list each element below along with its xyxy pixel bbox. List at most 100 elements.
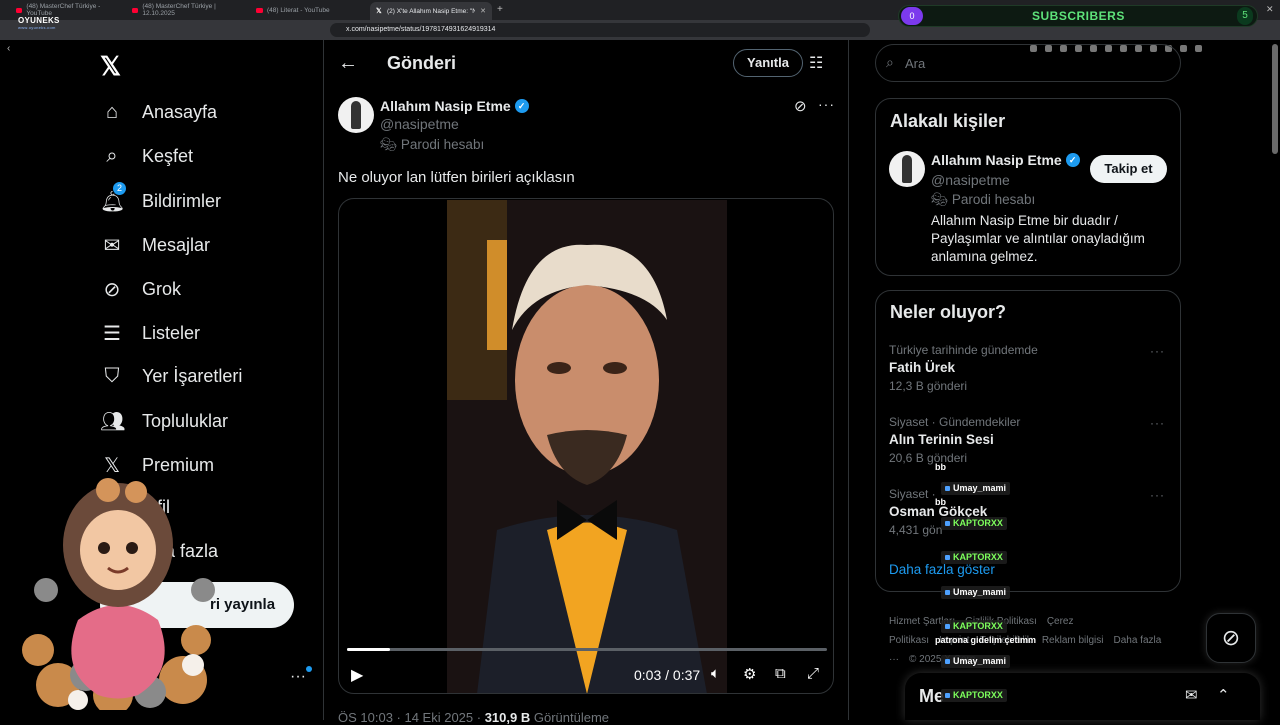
trend-count: 20,6 B gönderi <box>889 451 968 465</box>
related-title: Alakalı kişiler <box>890 111 1006 131</box>
list-icon: ☰ <box>103 323 121 345</box>
chat-message: bb <box>935 462 946 472</box>
video-frame <box>447 200 727 693</box>
related-person-name[interactable]: Allahım Nasip Etme ✓ <box>931 152 1080 168</box>
nav-item-lists[interactable]: ☰ Listeler <box>100 321 200 346</box>
trend-more-icon[interactable]: ··· <box>1150 488 1165 502</box>
browser-tab[interactable]: (48) MasterChef Türkiye | 12.10.2025 <box>126 2 246 18</box>
youtube-icon <box>16 7 23 13</box>
parody-label: 🎭︎ Parodi hesabı <box>931 192 1036 207</box>
show-more-link[interactable]: Daha fazla göster <box>889 562 995 577</box>
back-arrow-icon[interactable]: ← <box>338 52 358 75</box>
fullscreen-icon[interactable]: ⤢ <box>807 665 819 682</box>
nav-item-notifications[interactable]: 🔔︎ 2 Bildirimler <box>100 181 221 214</box>
home-icon: ⌂ <box>105 101 119 123</box>
nav-item-explore[interactable]: ⌕ Keşfet <box>100 145 193 168</box>
settings-gear-icon[interactable]: ⚙ <box>743 665 756 683</box>
search-input[interactable]: ⌕ Ara <box>875 44 1181 82</box>
column-divider <box>323 40 324 720</box>
url-field[interactable]: x.com/nasipetme/status/19781749316249193… <box>330 23 870 37</box>
reply-settings-icon[interactable]: ☷ <box>809 53 823 73</box>
parody-label: 🎭︎ Parodi hesabı <box>380 137 485 152</box>
related-person-bio: Allahım Nasip Etme bir duadır / Paylaşım… <box>931 213 1145 264</box>
verified-badge-icon: ✓ <box>514 99 529 113</box>
trend-name[interactable]: Fatih Ürek <box>889 360 955 375</box>
trend-context: Siyaset · Gündemdekiler <box>889 415 1021 429</box>
search-icon: ⌕ <box>886 54 894 70</box>
page-scrollbar[interactable] <box>1272 44 1278 154</box>
follow-button[interactable]: Takip et <box>1090 155 1167 183</box>
close-tab-icon[interactable]: ✕ <box>480 7 486 15</box>
video-progress-bar[interactable] <box>347 648 827 651</box>
search-placeholder: Ara <box>905 56 926 71</box>
verified-badge-icon: ✓ <box>1065 153 1080 167</box>
youtube-icon <box>132 7 139 13</box>
reply-button[interactable]: Yanıtla <box>733 49 803 77</box>
new-tab-icon[interactable]: + <box>497 4 503 15</box>
post-meta: ÖS 10:03 · 14 Eki 2025 · 310,9 B Görüntü… <box>338 710 610 725</box>
search-icon: ⌕ <box>106 145 118 167</box>
chat-username: KAPTORXX <box>941 689 1007 702</box>
video-time: 0:03 / 0:37 <box>634 667 701 683</box>
play-icon[interactable]: ▶ <box>351 665 363 685</box>
subscribers-count: 5 <box>1237 7 1253 25</box>
post-text: Ne oluyor lan lütfen birileri açıklasın <box>338 169 575 186</box>
browser-tab[interactable]: (48) Literat - YouTube <box>250 2 365 18</box>
grok-floating-button[interactable]: ⊘ <box>1206 613 1256 663</box>
chat-badge-icon <box>945 659 950 664</box>
author-name[interactable]: Allahım Nasip Etme ✓ <box>380 98 529 114</box>
avatar[interactable] <box>889 151 925 187</box>
new-message-icon[interactable]: ✉ <box>1185 686 1198 704</box>
trend-count: 12,3 B gönderi <box>889 379 968 393</box>
chat-badge-icon <box>945 555 950 560</box>
close-window-icon[interactable]: ✕ <box>1266 4 1274 15</box>
chat-username: KAPTORXX <box>941 620 1007 633</box>
subscribers-widget: 0 SUBSCRIBERS 5 <box>898 5 1258 27</box>
mail-icon: ✉ <box>103 235 121 257</box>
nav-item-grok[interactable]: ⊘ Grok <box>100 277 181 302</box>
grok-icon[interactable]: ⊘ <box>794 97 807 115</box>
chat-message: patrona gidelim çetimm <box>935 635 1037 645</box>
trend-count: 4,431 gön <box>889 523 943 537</box>
picture-in-picture-icon[interactable]: ⧉ <box>775 665 786 682</box>
nav-item-home[interactable]: ⌂ Anasayfa <box>100 101 217 124</box>
footer-link[interactable]: Reklam bilgisi <box>1042 635 1104 646</box>
related-person-handle[interactable]: @nasipetme <box>931 172 1010 188</box>
volume-icon[interactable]: 🔈︎ <box>711 665 720 682</box>
chat-username: KAPTORXX <box>941 551 1007 564</box>
account-more-icon[interactable]: ··· <box>290 666 312 686</box>
chat-badge-icon <box>945 590 950 595</box>
chat-badge-icon <box>945 624 950 629</box>
chat-badge-icon <box>945 521 950 526</box>
extension-icon[interactable] <box>1180 45 1187 52</box>
extension-icon[interactable] <box>1195 45 1202 52</box>
chat-badge-icon <box>945 486 950 491</box>
nav-item-communities[interactable]: 👥︎ Topluluklar <box>100 409 228 434</box>
avatar[interactable] <box>338 97 374 133</box>
expand-up-icon[interactable]: ⌃ <box>1217 686 1230 704</box>
chat-username: Umay_mami <box>941 482 1011 495</box>
subscribers-icon: 0 <box>901 7 923 25</box>
unread-dot <box>305 666 312 672</box>
notification-badge: 2 <box>112 181 127 196</box>
chat-message: bb <box>935 497 946 507</box>
stream-logo: OYUNEKS www.oyuneks.com <box>18 16 60 30</box>
author-handle[interactable]: @nasipetme <box>380 116 459 132</box>
bookmark-icon: ⛉ <box>104 365 120 387</box>
trend-more-icon[interactable]: ··· <box>1150 416 1165 430</box>
video-player[interactable]: ▶ 0:03 / 0:37 🔈︎ ⚙ ⧉ ⤢ <box>338 198 834 694</box>
trend-context: Türkiye tarihinde gündemde <box>889 343 1038 357</box>
nav-item-bookmarks[interactable]: ⛉ Yer İşaretleri <box>100 365 243 388</box>
communities-icon: 👥︎ <box>100 411 126 433</box>
browser-tab-active[interactable]: 𝕏 (2) X'te Allahım Nasip Etme: "Ne ✕ <box>370 2 492 20</box>
more-options-icon[interactable]: ··· <box>818 96 835 112</box>
column-divider <box>848 40 849 720</box>
trends-title: Neler oluyor? <box>890 302 1007 322</box>
chat-username: KAPTORXX <box>941 517 1007 530</box>
x-logo-icon[interactable]: 𝕏 <box>100 51 121 82</box>
chat-username: Umay_mami <box>941 655 1011 668</box>
browser-back-icon[interactable]: ‹ <box>7 43 10 54</box>
nav-item-messages[interactable]: ✉ Mesajlar <box>100 233 210 258</box>
trend-more-icon[interactable]: ··· <box>1150 344 1165 358</box>
trend-name[interactable]: Alın Terinin Sesi <box>889 432 994 447</box>
